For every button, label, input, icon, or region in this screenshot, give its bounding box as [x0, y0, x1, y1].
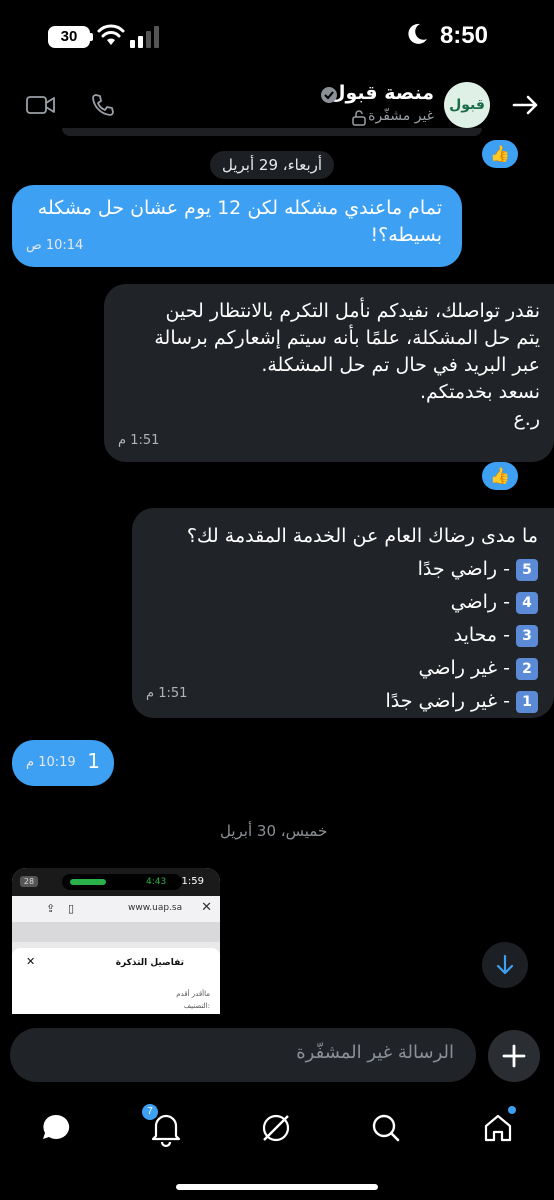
chat-header: قبول منصة قبول غير مشفّرة — [0, 74, 554, 136]
verified-badge-icon — [321, 87, 337, 103]
message-time: 10:14 ص — [26, 238, 84, 253]
preview-sheet: ✕ تفاصيل التذكرة ماأقدر أقدم التصنيف: — [12, 948, 220, 1014]
keycap-5-icon: 5 — [516, 558, 538, 581]
bookmark-icon: ▯ — [68, 902, 75, 915]
wifi-icon — [97, 24, 125, 45]
message-line: نسعد بخدمتكم. — [419, 381, 540, 403]
keycap-1-icon: 1 — [516, 690, 538, 713]
message-bubble-received[interactable]: نقدر تواصلك، نفيدكم نأمل التكرم بالانتظا… — [104, 284, 554, 462]
preview-line: ماأقدر أقدم — [176, 990, 210, 998]
home-unread-dot — [508, 1106, 516, 1114]
unlock-icon — [352, 110, 366, 126]
option-label: - راضي جدًا — [417, 558, 510, 580]
cellular-signal-icon — [130, 26, 159, 48]
message-input-placeholder: الرسالة غير المشفّرة — [296, 1042, 454, 1063]
plus-icon — [502, 1044, 526, 1068]
chat-title[interactable]: منصة قبول — [329, 82, 434, 104]
scroll-to-bottom-button[interactable] — [482, 942, 528, 988]
messages-tab-icon[interactable] — [34, 1106, 78, 1150]
back-arrow-icon[interactable] — [510, 90, 540, 120]
encryption-status: غير مشفّرة — [368, 108, 434, 124]
battery-tip — [90, 33, 93, 41]
option-label: - محايد — [453, 624, 510, 646]
survey-message-bubble[interactable]: ما مدى رضاك العام عن الخدمة المقدمة لك؟ … — [132, 508, 554, 718]
date-separator: خميس، 30 أبريل — [220, 822, 328, 840]
preview-url: www.uap.sa — [128, 903, 183, 913]
preview-battery: 28 — [20, 876, 38, 887]
message-bubble-sent[interactable]: 1 10:19 م — [12, 740, 114, 786]
message-line: نقدر تواصلك، نفيدكم نأمل التكرم بالانتظا… — [165, 300, 540, 322]
close-icon: ✕ — [26, 955, 36, 968]
option-label: - راضي — [450, 591, 510, 613]
message-time: 10:19 م — [26, 755, 76, 770]
preview-call-time: 4:43 — [146, 877, 167, 887]
preview-call-indicator — [70, 879, 106, 885]
reaction-badge[interactable]: 👍 — [482, 462, 518, 490]
survey-option-4: 4 - راضي — [146, 586, 538, 619]
preview-browser-bar: ⇪ ▯ www.uap.sa ✕ — [12, 896, 220, 922]
share-icon: ⇪ — [46, 902, 56, 915]
clock: 8:50 — [439, 22, 488, 49]
message-line: ر.ع — [513, 408, 540, 430]
survey-option-2: 2 - غير راضي — [146, 652, 538, 685]
moon-icon — [408, 23, 427, 44]
keycap-2-icon: 2 — [516, 657, 538, 680]
home-indicator — [176, 1184, 378, 1190]
preview-line: التصنيف: — [183, 1002, 210, 1010]
preview-status-bar: 28 4:43 1:59 — [12, 868, 220, 896]
add-attachment-button[interactable] — [488, 1030, 540, 1082]
video-call-icon[interactable] — [26, 94, 56, 116]
keycap-3-icon: 3 — [516, 624, 538, 647]
preview-page — [12, 922, 220, 942]
arrow-down-icon — [496, 954, 514, 975]
message-line: يتم حل المشكلة، علمًا بأنه سيتم إشعاركم … — [154, 327, 540, 349]
close-icon: ✕ — [201, 900, 212, 915]
message-text: تمام ماعندي مشكله لكن 12 يوم عشان حل مشك… — [37, 197, 442, 246]
preview-sheet-title: تفاصيل التذكرة — [115, 958, 184, 968]
grok-tab-icon[interactable] — [254, 1106, 298, 1150]
survey-option-5: 5 - راضي جدًا — [146, 553, 538, 586]
survey-question: ما مدى رضاك العام عن الخدمة المقدمة لك؟ — [186, 525, 538, 547]
avatar[interactable]: قبول — [444, 82, 490, 128]
survey-option-1: 1 - غير راضي جدًا — [146, 685, 538, 718]
option-label: - غير راضي — [418, 657, 510, 679]
message-time: 1:51 م — [118, 433, 160, 448]
phone-call-icon[interactable] — [90, 92, 116, 118]
status-bar: 30 8:50 — [0, 0, 554, 74]
reaction-badge[interactable]: 👍 — [482, 140, 518, 168]
notifications-badge: 7 — [142, 1104, 158, 1120]
date-separator: أربعاء، 29 أبريل — [210, 151, 335, 179]
image-attachment[interactable]: 28 4:43 1:59 ⇪ ▯ www.uap.sa ✕ ✕ تفاصيل ا… — [12, 868, 220, 1014]
option-label: - غير راضي جدًا — [385, 690, 510, 712]
message-bubble-sent[interactable]: تمام ماعندي مشكله لكن 12 يوم عشان حل مشك… — [12, 185, 462, 267]
preview-clock: 1:59 — [181, 876, 204, 887]
keycap-4-icon: 4 — [516, 591, 538, 614]
message-time: 1:51 م — [146, 686, 188, 701]
battery-icon: 30 — [48, 26, 90, 48]
message-line: عبر البريد في حال تم حل المشكلة. — [261, 354, 540, 376]
search-tab-icon[interactable] — [364, 1106, 408, 1150]
survey-option-3: 3 - محايد — [146, 619, 538, 652]
message-input[interactable]: الرسالة غير المشفّرة — [10, 1028, 476, 1082]
previous-message-edge — [62, 128, 482, 136]
